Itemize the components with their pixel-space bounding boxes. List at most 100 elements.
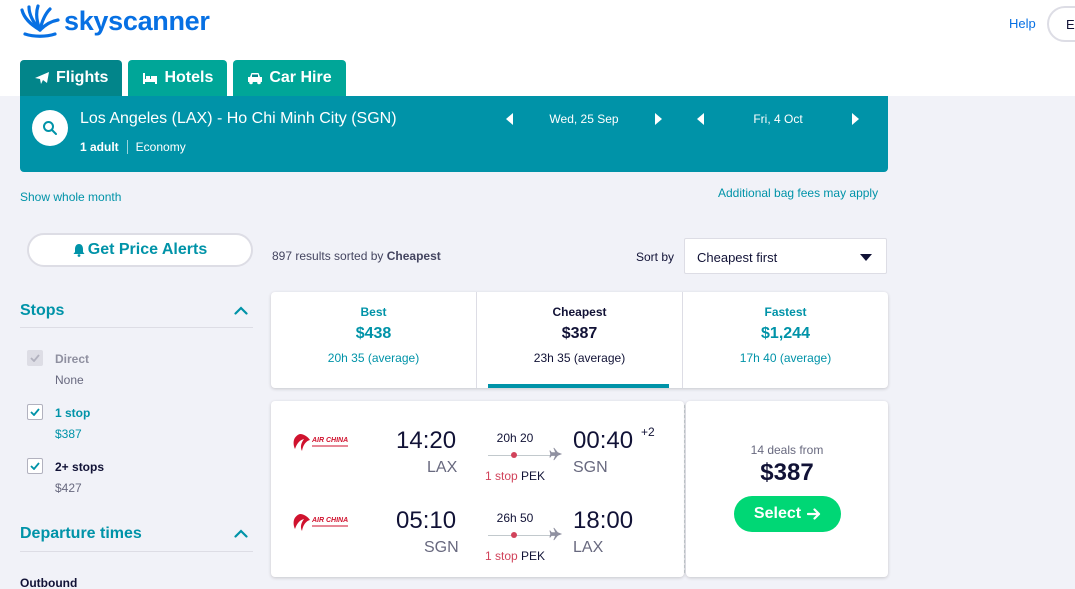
- skyscanner-logo-icon: [20, 4, 60, 38]
- price-alerts-label: Get Price Alerts: [87, 241, 208, 258]
- return-date-control: Fri, 4 Oct: [697, 112, 859, 126]
- outbound-arrival-time: 00:40: [573, 427, 634, 454]
- tab-fastest-title: Fastest: [764, 305, 807, 319]
- return-date[interactable]: Fri, 4 Oct: [704, 112, 852, 126]
- two-plus-stops-checkbox[interactable]: [27, 458, 43, 474]
- divider: [20, 327, 253, 328]
- bed-icon: [143, 73, 158, 84]
- result-card[interactable]: AIR CHINA 14:20 LAX 20h 20 1 stop PEK 00…: [271, 401, 684, 577]
- bell-icon: [73, 244, 85, 257]
- one-stop-checkbox[interactable]: [27, 404, 43, 420]
- tab-best-title: Best: [360, 305, 387, 319]
- results-count: 897 results sorted by Cheapest: [272, 249, 441, 263]
- inbound-duration: 26h 50: [496, 511, 534, 525]
- select-button[interactable]: Select: [734, 496, 841, 532]
- tab-best-price: $438: [355, 325, 392, 342]
- sort-by-label: Sort by: [636, 250, 675, 264]
- divider: [20, 551, 253, 552]
- chevron-up-icon[interactable]: [234, 306, 248, 315]
- route-line: [488, 535, 558, 536]
- outbound-departure-time: 14:20: [396, 427, 457, 454]
- cabin-class: Economy: [135, 140, 186, 154]
- direct-label: Direct: [55, 352, 90, 366]
- stop-dot: [511, 452, 517, 458]
- air-china-logo: AIR CHINA: [293, 434, 348, 451]
- deals-count: 14 deals from: [750, 443, 824, 457]
- return-next-day-button[interactable]: [852, 113, 859, 125]
- tab-fastest[interactable]: Fastest $1,244 17h 40 (average): [682, 292, 888, 388]
- two-plus-stops-label[interactable]: 2+ stops: [55, 460, 104, 474]
- outbound-label: Outbound: [20, 576, 78, 589]
- return-prev-day-button[interactable]: [697, 113, 704, 125]
- search-icon: [43, 121, 57, 135]
- search-summary-panel[interactable]: Los Angeles (LAX) - Ho Chi Minh City (SG…: [20, 96, 888, 172]
- outbound-arrival-airport: SGN: [573, 459, 608, 476]
- price-alerts-button[interactable]: Get Price Alerts: [27, 233, 253, 267]
- bag-fees-link[interactable]: Additional bag fees may apply: [718, 186, 878, 200]
- depart-date[interactable]: Wed, 25 Sep: [513, 112, 655, 126]
- show-whole-month-link[interactable]: Show whole month: [20, 190, 121, 204]
- inbound-arrival-time: 18:00: [573, 507, 634, 534]
- passenger-cabin[interactable]: 1 adult Economy: [80, 140, 186, 154]
- inbound-arrival-airport: LAX: [573, 539, 604, 556]
- one-stop-label[interactable]: 1 stop: [55, 406, 90, 420]
- direct-price: None: [55, 373, 84, 387]
- departure-times-heading[interactable]: Departure times: [20, 525, 142, 543]
- tab-flights[interactable]: Flights: [20, 60, 123, 96]
- depart-date-control: Wed, 25 Sep: [506, 112, 662, 126]
- divider: [126, 140, 128, 154]
- outbound-departure-airport: LAX: [427, 459, 458, 476]
- tab-car-hire-label: Car Hire: [269, 69, 332, 86]
- air-china-logo: AIR CHINA: [293, 514, 348, 531]
- language-button[interactable]: En: [1047, 6, 1075, 42]
- tab-hotels[interactable]: Hotels: [128, 60, 228, 96]
- plane-icon: [549, 447, 563, 461]
- top-header: skyscanner Help En Flights Hotels Car Hi…: [0, 0, 1075, 96]
- inbound-departure-time: 05:10: [396, 507, 457, 534]
- select-button-label: Select: [753, 505, 802, 522]
- sort-summary-tabs: Best $438 20h 35 (average) Cheapest $387…: [271, 292, 888, 388]
- depart-prev-day-button[interactable]: [506, 113, 513, 125]
- tab-cheapest-price: $387: [561, 325, 598, 342]
- airline-name: AIR CHINA: [311, 517, 348, 524]
- stop-dot: [511, 532, 517, 538]
- day-offset-badge: +2: [641, 425, 655, 439]
- tab-car-hire[interactable]: Car Hire: [233, 60, 346, 96]
- results-sorted-by: Cheapest: [386, 249, 441, 263]
- help-link[interactable]: Help: [1009, 16, 1036, 31]
- direct-checkbox: [27, 350, 43, 366]
- result-price: $387: [760, 459, 814, 486]
- search-button[interactable]: [32, 110, 68, 146]
- outbound-stop-airport: PEK: [521, 469, 546, 483]
- results-count-text: 897 results sorted by: [272, 249, 384, 263]
- stops-heading[interactable]: Stops: [20, 302, 64, 320]
- inbound-leg: AIR CHINA 05:10 SGN 26h 50 1 stop PEK 18…: [271, 489, 684, 563]
- adults-count: 1 adult: [80, 140, 119, 154]
- tab-best[interactable]: Best $438 20h 35 (average): [271, 292, 476, 388]
- inbound-stop-airport: PEK: [521, 549, 546, 563]
- tab-cheapest-title: Cheapest: [552, 305, 607, 319]
- one-stop-price: $387: [55, 427, 82, 441]
- two-plus-stops-price: $427: [55, 481, 82, 495]
- airline-name: AIR CHINA: [311, 437, 348, 444]
- active-tab-indicator: [488, 384, 669, 388]
- outbound-stops: 1 stop PEK: [485, 469, 545, 483]
- skyscanner-logo[interactable]: skyscanner: [20, 4, 210, 38]
- depart-next-day-button[interactable]: [655, 113, 662, 125]
- checkmark-icon: [30, 462, 40, 470]
- inbound-stops: 1 stop PEK: [485, 549, 545, 563]
- chevron-up-icon[interactable]: [234, 529, 248, 538]
- tab-flights-label: Flights: [56, 69, 109, 86]
- sort-select[interactable]: Cheapest first: [684, 238, 887, 274]
- ticket-perforation: [684, 405, 685, 573]
- price-panel: 14 deals from $387 Select: [686, 401, 888, 577]
- product-tabs: Flights Hotels Car Hire: [20, 60, 346, 96]
- route-line: [488, 455, 558, 456]
- tab-cheapest-duration: 23h 35 (average): [533, 351, 626, 365]
- sort-select-value: Cheapest first: [697, 250, 778, 265]
- route-text[interactable]: Los Angeles (LAX) - Ho Chi Minh City (SG…: [80, 110, 397, 128]
- tab-cheapest[interactable]: Cheapest $387 23h 35 (average): [476, 292, 682, 388]
- caret-down-icon: [860, 254, 872, 261]
- outbound-leg: AIR CHINA 14:20 LAX 20h 20 1 stop PEK 00…: [271, 409, 684, 483]
- plane-icon: [35, 72, 49, 84]
